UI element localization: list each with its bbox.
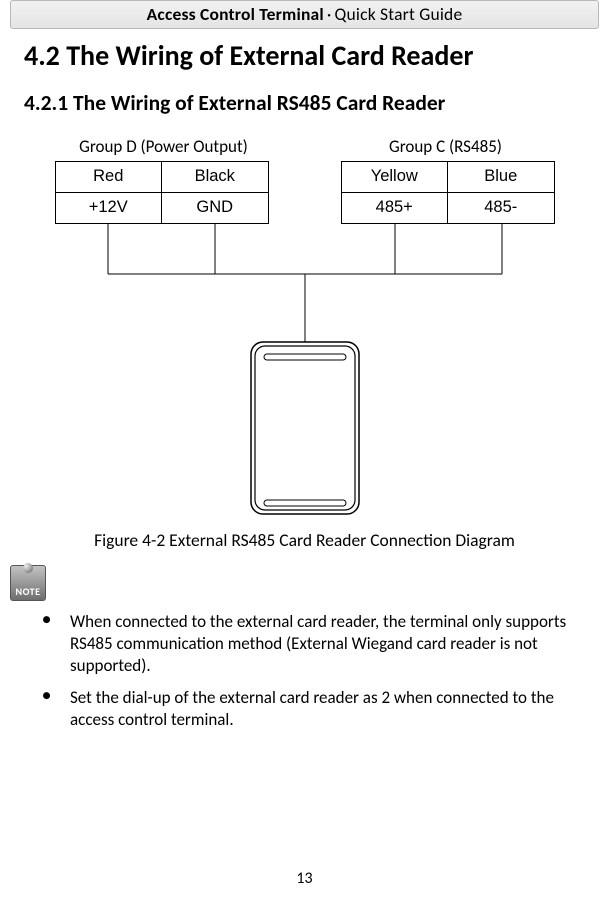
card-reader-device [251, 342, 359, 514]
gd-color-2: Black [162, 161, 269, 192]
group-d-label: Group D (Power Output) [59, 136, 269, 157]
page-number: 13 [0, 869, 609, 888]
gc-signal-1: 485+ [341, 192, 448, 223]
gd-signal-2: GND [162, 192, 269, 223]
gc-signal-2: 485- [448, 192, 555, 223]
pin-icon [23, 563, 33, 573]
header-title-bold: Access Control Terminal [147, 3, 324, 25]
gd-signal-1: +12V [55, 192, 162, 223]
figure-caption: Figure 4-2 External RS485 Card Reader Co… [0, 529, 609, 551]
header-title-rest: Quick Start Guide [335, 3, 463, 25]
heading-1: 4.2 The Wiring of External Card Reader [24, 39, 585, 72]
wiring-diagram: Group D (Power Output) Group C (RS485) R… [55, 136, 555, 519]
header-sep: · [324, 3, 335, 25]
heading-2: 4.2.1 The Wiring of External RS485 Card … [24, 90, 585, 118]
group-c-label: Group C (RS485) [341, 136, 551, 157]
wiring-svg [55, 224, 555, 519]
gc-color-2: Blue [448, 161, 555, 192]
note-item-2: Set the dial-up of the external card rea… [20, 687, 589, 731]
group-c-table: Yellow Blue 485+ 485- [341, 161, 555, 224]
group-d-table: Red Black +12V GND [55, 161, 269, 224]
gc-color-1: Yellow [341, 161, 448, 192]
note-icon-label: NOTE [16, 585, 41, 600]
document-header: Access Control Terminal·Quick Start Guid… [10, 0, 599, 29]
note-icon: NOTE [10, 565, 46, 601]
notes-list: When connected to the external card read… [20, 611, 589, 731]
note-item-1: When connected to the external card read… [20, 611, 589, 677]
gd-color-1: Red [55, 161, 162, 192]
